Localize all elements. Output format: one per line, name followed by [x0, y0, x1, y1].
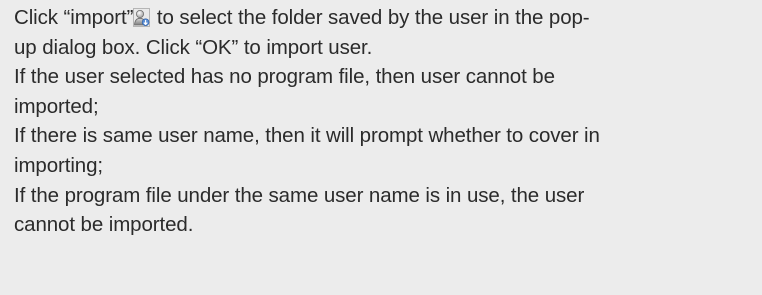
import-step-line-2: up dialog box. Click “OK” to import user… [14, 35, 373, 59]
in-use-line-2: cannot be imported. [14, 213, 194, 237]
no-program-line-2: imported; [14, 94, 99, 118]
import-step-line-1: Click “import” to select the folder save… [14, 3, 752, 33]
no-program-line-1: If the user selected has no program file… [14, 65, 555, 89]
import-user-icon [133, 8, 151, 27]
import-step-suffix: to select the folder saved by the user i… [151, 6, 590, 29]
same-name-line-1: If there is same user name, then it will… [14, 124, 600, 148]
import-step-prefix: Click “import” [14, 6, 134, 29]
instruction-text-block: Click “import” to select the folder save… [0, 0, 762, 295]
same-name-line-2: importing; [14, 153, 104, 177]
in-use-line-1: If the program file under the same user … [14, 183, 585, 207]
